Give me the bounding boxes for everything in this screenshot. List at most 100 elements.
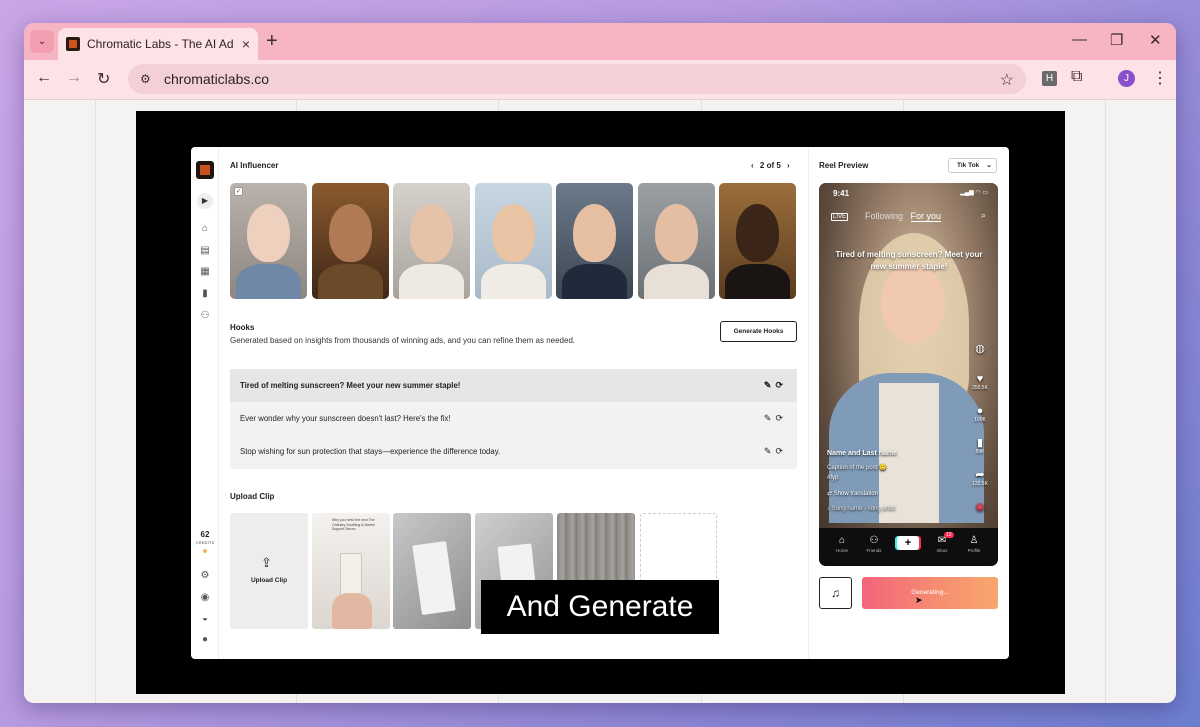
active-tab[interactable]: Chromatic Labs - The AI Ad Plat × <box>58 28 258 60</box>
app-logo-icon[interactable] <box>196 161 214 179</box>
nav-profile[interactable]: ♙ Profile <box>959 534 989 553</box>
portrait-face <box>654 203 699 262</box>
music-ticker[interactable]: ♪ Song name - song artist <box>827 506 895 512</box>
extensions-puzzle-icon[interactable]: ⧉ <box>1071 68 1082 86</box>
clapperboard-icon[interactable]: ▦ <box>199 266 211 278</box>
extension-h-icon[interactable]: H <box>1042 71 1057 86</box>
influencer-photo-6[interactable] <box>638 183 715 299</box>
platform-select[interactable]: Tik Tok ⌄ <box>948 158 997 173</box>
chevron-down-icon: ⌄ <box>37 36 47 47</box>
edit-pencil-icon[interactable]: ✎ <box>764 380 776 390</box>
close-tab-icon[interactable]: × <box>242 36 250 52</box>
comment-button[interactable]: ● 100K <box>970 405 990 423</box>
influencer-photo-2[interactable] <box>312 183 389 299</box>
music-disc[interactable]: ◉ <box>970 501 990 513</box>
home-icon: ⌂ <box>838 535 846 546</box>
nav-friends[interactable]: ⚇ Friends <box>859 534 889 553</box>
whatsapp-icon[interactable]: ◉ <box>199 592 211 604</box>
hook-actions: ✎⟳ <box>764 380 787 391</box>
show-translation[interactable]: ⇄ Show translation <box>827 490 878 497</box>
address-bar[interactable]: ⚙ chromaticlabs.co ☆ <box>128 64 1026 94</box>
tab-for-you[interactable]: For you <box>910 211 942 222</box>
portrait-body <box>481 264 546 299</box>
live-icon[interactable]: LIVE <box>831 213 849 221</box>
saves-count: 89K <box>975 449 985 455</box>
site-settings-icon[interactable]: ⚙ <box>140 72 154 86</box>
page-content: ▶ ⌂ ▤ ▦ ▮ ⚇ 62 CREDITS ⚙ ◉ ◒ ● AI Influe… <box>24 100 1176 703</box>
hook-row[interactable]: Stop wishing for sun protection that sta… <box>230 435 797 468</box>
influencer-photo-5[interactable] <box>556 183 633 299</box>
regenerate-icon[interactable]: ⟳ <box>775 380 787 390</box>
comments-count: 100K <box>974 417 986 423</box>
user-icon[interactable]: ● <box>199 634 211 646</box>
document-icon[interactable]: ▤ <box>199 245 211 257</box>
binoculars-icon[interactable]: ⚇ <box>199 310 211 322</box>
influencer-photo-4[interactable] <box>475 183 552 299</box>
hook-actions: ✎⟳ <box>764 413 787 424</box>
new-tab-button[interactable]: + <box>266 30 278 52</box>
portrait-face <box>491 203 536 262</box>
music-label: Song name - song artist <box>831 506 896 512</box>
minimize-button[interactable]: — <box>1072 31 1087 48</box>
creator-name: Name and Last name <box>827 450 898 457</box>
portrait-body <box>236 264 301 299</box>
hashtag[interactable]: #fyp <box>827 475 838 481</box>
share-arrow-icon: ➦ <box>975 469 985 481</box>
back-arrow-icon[interactable]: ← <box>36 69 52 87</box>
add-music-button[interactable]: ♫ <box>819 577 852 609</box>
save-button[interactable]: ▮ 89K <box>970 437 990 455</box>
reel-preview-title: Reel Preview <box>819 161 869 170</box>
share-button[interactable]: ➦ 132.5K <box>970 469 990 487</box>
regenerate-icon[interactable]: ⟳ <box>775 413 787 423</box>
upload-clip-button[interactable]: ⇪ Upload Clip <box>230 513 308 629</box>
like-button[interactable]: ♥ 250.5K <box>970 373 990 391</box>
chevron-right-icon[interactable]: › <box>787 161 790 170</box>
status-icons: ▂▄▆ ◠ ▭ <box>960 190 988 196</box>
creator-avatar[interactable]: ◍ <box>970 343 990 355</box>
generate-hooks-button[interactable]: Generate Hooks <box>720 321 797 342</box>
nav-inbox[interactable]: ✉ Inbox 12 <box>927 532 957 553</box>
restore-button[interactable]: ❐ <box>1110 31 1123 49</box>
hook-row[interactable]: Tired of melting sunscreen? Meet your ne… <box>230 369 797 402</box>
nav-home[interactable]: ⌂ Home <box>827 534 857 553</box>
edit-pencil-icon[interactable]: ✎ <box>764 413 776 423</box>
chevron-left-icon[interactable]: ‹ <box>751 161 754 170</box>
generating-button[interactable]: Generating... <box>862 577 998 609</box>
influencer-photo-1[interactable]: ✓ <box>230 183 307 299</box>
tab-search-button[interactable]: ⌄ <box>30 30 54 53</box>
profile-avatar[interactable]: J <box>1118 70 1135 87</box>
regenerate-icon[interactable]: ⟳ <box>775 446 787 456</box>
heart-icon: ♥ <box>976 373 984 385</box>
bar-chart-icon[interactable]: ▮ <box>199 288 211 300</box>
clip-thumbnail-2[interactable] <box>393 513 471 629</box>
clip-thumbnail-1[interactable]: Why you need the new The Ordinary Soothi… <box>312 513 390 629</box>
platform-value: Tik Tok <box>957 162 980 169</box>
forward-arrow-icon[interactable]: → <box>66 69 82 87</box>
hook-text: Ever wonder why your sunscreen doesn't l… <box>240 414 451 423</box>
selected-checkbox-icon[interactable]: ✓ <box>234 187 243 196</box>
influencer-photo-3[interactable] <box>393 183 470 299</box>
menu-kebab-icon[interactable]: ⋮ <box>1152 68 1168 88</box>
portrait-body <box>725 264 790 299</box>
close-window-button[interactable]: ✕ <box>1149 31 1162 49</box>
tab-following[interactable]: Following <box>865 211 903 221</box>
create-plus-button[interactable]: + <box>897 536 919 550</box>
overlay-caption: Tired of melting sunscreen? Meet your ne… <box>835 250 983 271</box>
expand-rail-icon[interactable]: ▶ <box>197 193 213 209</box>
edit-pencil-icon[interactable]: ✎ <box>764 446 776 456</box>
reload-icon[interactable]: ↻ <box>97 69 110 89</box>
settings-gear-icon[interactable]: ⚙ <box>199 570 211 582</box>
home-icon[interactable]: ⌂ <box>199 223 211 235</box>
profile-icon: ♙ <box>969 535 979 546</box>
upload-icon: ⇪ <box>261 555 272 570</box>
discord-icon[interactable]: ◒ <box>199 613 211 625</box>
influencer-photo-7[interactable] <box>719 183 796 299</box>
hook-row[interactable]: Ever wonder why your sunscreen doesn't l… <box>230 402 797 435</box>
phone-bottom-nav: ⌂ Home ⚇ Friends + ✉ Inbox 12 ♙ Profile <box>819 528 998 566</box>
credits-label: CREDITS <box>195 540 215 545</box>
bookmark-icon: ▮ <box>976 437 984 449</box>
bookmark-star-icon[interactable]: ☆ <box>1000 70 1014 90</box>
url-text: chromaticlabs.co <box>164 71 270 87</box>
search-icon[interactable]: ⌕ <box>981 210 986 221</box>
product-box-image <box>412 540 456 616</box>
